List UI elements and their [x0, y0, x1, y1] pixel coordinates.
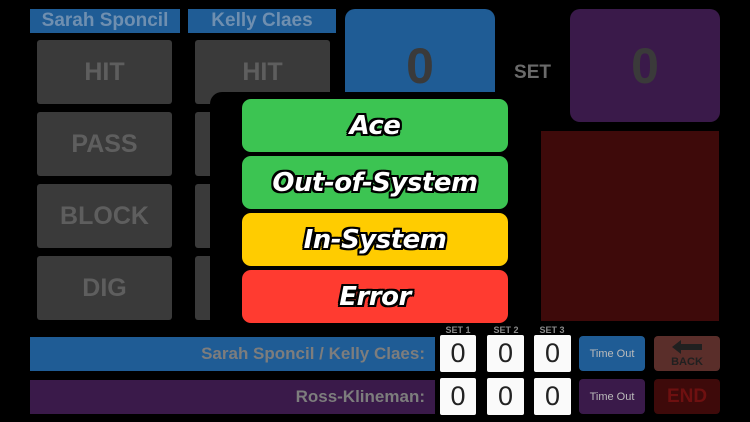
player-tab-1[interactable]: Sarah Sponcil: [30, 9, 180, 33]
team-2-name-bar: Ross-Klineman:: [30, 380, 435, 414]
team-2-set-3-score[interactable]: 0: [534, 378, 571, 415]
end-button[interactable]: END: [654, 379, 720, 414]
ace-option-button[interactable]: Ace: [242, 99, 508, 152]
back-button[interactable]: BACK: [654, 336, 720, 371]
block-button-1[interactable]: BLOCK: [37, 184, 172, 248]
out-of-system-option-button[interactable]: Out-of-System: [242, 156, 508, 209]
set-label: SET: [514, 62, 551, 83]
court-panel: [541, 131, 719, 321]
team-1-timeout-button[interactable]: Time Out: [579, 336, 645, 371]
score-right[interactable]: 0: [570, 9, 720, 122]
team-2-set-1-score[interactable]: 0: [440, 378, 476, 415]
team-2-set-2-score[interactable]: 0: [487, 378, 524, 415]
back-arrow-icon: [672, 340, 702, 354]
hit-button-1[interactable]: HIT: [37, 40, 172, 104]
team-2-timeout-button[interactable]: Time Out: [579, 379, 645, 414]
error-option-button[interactable]: Error: [242, 270, 508, 323]
team-1-set-2-score[interactable]: 0: [487, 335, 524, 372]
team-1-set-3-score[interactable]: 0: [534, 335, 571, 372]
in-system-option-button[interactable]: In-System: [242, 213, 508, 266]
team-1-name-bar: Sarah Sponcil / Kelly Claes:: [30, 337, 435, 371]
back-label: BACK: [671, 356, 703, 368]
player-tab-2[interactable]: Kelly Claes: [188, 9, 336, 33]
team-1-set-1-score[interactable]: 0: [440, 335, 476, 372]
dig-button-1[interactable]: DIG: [37, 256, 172, 320]
pass-button-1[interactable]: PASS: [37, 112, 172, 176]
